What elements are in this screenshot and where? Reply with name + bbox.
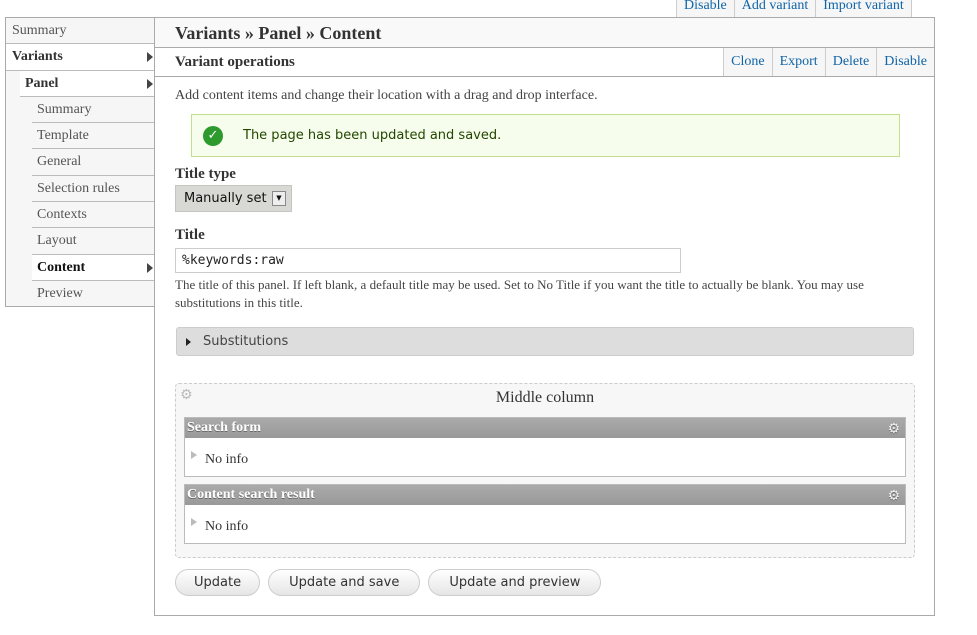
pane-body: No info <box>205 452 249 467</box>
pane-search-form[interactable]: Search form ⚙ No info <box>184 417 906 477</box>
sidebar-item-layout[interactable]: Layout <box>32 228 155 255</box>
arrow-right-icon <box>147 78 153 89</box>
sidebar: Summary Variants Panel Summary Template … <box>5 17 155 307</box>
status-message: ✓ The page has been updated and saved. <box>191 114 900 157</box>
sidebar-item-summary[interactable]: Summary <box>6 18 155 45</box>
triangle-right-icon[interactable] <box>191 451 197 459</box>
region-title: Middle column <box>495 389 595 406</box>
sidebar-item-general[interactable]: General <box>32 149 155 176</box>
export-link[interactable]: Export <box>771 48 825 76</box>
sidebar-item-label: Variants <box>12 49 63 65</box>
middle-column-region: ⚙ Middle column Search form ⚙ No info Con… <box>175 383 915 558</box>
arrow-right-icon <box>147 262 153 273</box>
status-message-text: The page has been updated and saved. <box>243 128 502 143</box>
sidebar-item-label: Template <box>37 128 89 144</box>
sidebar-item-template[interactable]: Template <box>32 123 155 150</box>
dropdown-arrow-icon: ▼ <box>272 191 286 206</box>
sidebar-item-content[interactable]: Content <box>32 254 155 281</box>
triangle-right-icon <box>186 338 191 346</box>
sidebar-item-label: General <box>37 154 82 170</box>
gear-icon[interactable]: ⚙ <box>180 387 193 403</box>
sidebar-item-preview[interactable]: Preview <box>32 281 155 307</box>
update-and-save-button[interactable]: Update and save <box>268 569 421 596</box>
sidebar-item-label: Panel <box>25 75 59 91</box>
sidebar-item-label: Contexts <box>37 207 87 223</box>
add-variant-link[interactable]: Add variant <box>734 0 817 17</box>
sidebar-item-panel[interactable]: Panel <box>20 70 155 97</box>
page-title: Variants » Panel » Content <box>155 18 934 48</box>
title-type-value: Manually set <box>184 191 267 206</box>
main-panel: Variants » Panel » Content Variant opera… <box>154 17 935 616</box>
sidebar-item-selection-rules[interactable]: Selection rules <box>32 176 155 203</box>
triangle-right-icon[interactable] <box>191 518 197 526</box>
title-type-select[interactable]: Manually set ▼ <box>175 185 292 212</box>
sidebar-item-panel-summary[interactable]: Summary <box>32 97 155 124</box>
disable-variant-link[interactable]: Disable <box>876 48 934 76</box>
check-circle-icon: ✓ <box>203 125 223 146</box>
import-variant-link[interactable]: Import variant <box>816 0 912 17</box>
sidebar-item-label: Summary <box>37 101 92 117</box>
description: Add content items and change their locat… <box>175 88 598 103</box>
update-button[interactable]: Update <box>175 569 261 596</box>
form-actions: Update Update and save Update and previe… <box>175 569 602 596</box>
title-type-label: Title type <box>175 166 236 182</box>
pane-title: Content search result <box>187 487 315 502</box>
clone-link[interactable]: Clone <box>723 48 772 76</box>
sidebar-item-label: Layout <box>37 233 77 249</box>
variant-operations-bar: Variant operations Clone Export Delete D… <box>155 48 934 77</box>
pane-body: No info <box>205 519 249 534</box>
substitutions-label: Substitutions <box>203 334 289 349</box>
sidebar-item-variants[interactable]: Variants <box>6 44 155 71</box>
top-links: Disable Add variant Import variant <box>676 0 912 17</box>
sidebar-item-label: Preview <box>37 285 83 301</box>
arrow-right-icon <box>147 52 153 63</box>
pane-title: Search form <box>187 420 261 435</box>
delete-link[interactable]: Delete <box>824 48 877 76</box>
title-label: Title <box>175 227 205 243</box>
sidebar-item-label: Selection rules <box>37 180 120 196</box>
variant-operations-label: Variant operations <box>175 54 295 70</box>
disable-link[interactable]: Disable <box>677 0 735 17</box>
title-input[interactable]: %keywords:raw <box>175 248 681 273</box>
update-and-preview-button[interactable]: Update and preview <box>428 569 602 596</box>
sidebar-item-contexts[interactable]: Contexts <box>32 202 155 229</box>
sidebar-item-label: Content <box>37 259 86 275</box>
operations-links: Clone Export Delete Disable <box>723 48 934 76</box>
title-help-text: The title of this panel. If left blank, … <box>175 277 864 310</box>
substitutions-toggle[interactable]: Substitutions <box>176 327 914 356</box>
pane-content-search-result[interactable]: Content search result ⚙ No info <box>184 484 906 544</box>
gear-icon[interactable]: ⚙ <box>887 419 900 439</box>
gear-icon[interactable]: ⚙ <box>887 486 900 506</box>
sidebar-item-label: Summary <box>12 23 67 38</box>
